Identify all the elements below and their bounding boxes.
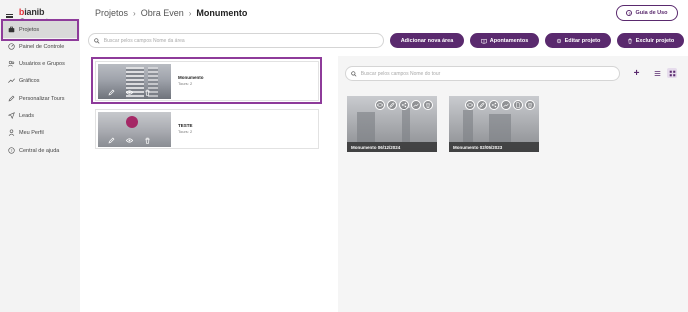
tours-panel bbox=[338, 56, 688, 312]
area-card[interactable]: Monumento Tours: 2 bbox=[95, 61, 319, 101]
guide-button[interactable]: ? Guia de Uso bbox=[616, 5, 678, 21]
sidebar-item-label: Leads bbox=[19, 112, 34, 119]
trend-icon[interactable] bbox=[501, 100, 511, 110]
edit-project-button[interactable]: Editar projeto bbox=[545, 33, 611, 48]
sidebar: bianib Conecta Projetos Painel de Contro… bbox=[0, 0, 80, 312]
trash-icon[interactable] bbox=[525, 100, 535, 110]
sidebar-item-label: Meu Perfil bbox=[19, 129, 44, 136]
chevron-right-icon: › bbox=[133, 8, 136, 18]
delete-project-label: Excluir projeto bbox=[635, 37, 675, 44]
book-icon bbox=[481, 38, 487, 44]
search-icon bbox=[351, 70, 357, 77]
guide-button-label: Guia de Uso bbox=[635, 10, 668, 16]
eye-icon[interactable] bbox=[126, 137, 133, 144]
sidebar-item-projetos[interactable]: Projetos bbox=[2, 21, 78, 38]
chart-icon bbox=[8, 78, 15, 83]
area-name: Monumento bbox=[178, 75, 204, 80]
tour-card[interactable]: Monumento 06/12/2024 bbox=[347, 96, 437, 152]
app-root: bianib Conecta Projetos Painel de Contro… bbox=[0, 0, 688, 312]
eye-icon[interactable] bbox=[126, 89, 133, 96]
tour-actions bbox=[375, 100, 433, 110]
cursor-indicator bbox=[126, 116, 138, 128]
sidebar-item-leads[interactable]: Leads bbox=[2, 107, 78, 124]
sidebar-item-perfil[interactable]: Meu Perfil bbox=[2, 124, 78, 141]
send-icon bbox=[8, 112, 15, 119]
hamburger-menu-icon[interactable] bbox=[6, 14, 13, 20]
sidebar-item-label: Usuários e Grupos bbox=[19, 60, 65, 67]
chevron-right-icon: › bbox=[188, 8, 192, 18]
share-icon[interactable] bbox=[489, 100, 499, 110]
sidebar-item-label: Projetos bbox=[19, 26, 40, 33]
area-card[interactable]: TESTE Tours: 2 bbox=[95, 109, 319, 149]
appointments-label: Apontamentos bbox=[489, 37, 529, 44]
areas-search-input[interactable] bbox=[103, 37, 383, 44]
add-tour-plus-icon[interactable]: + bbox=[632, 69, 641, 79]
area-name: TESTE bbox=[178, 123, 193, 128]
trash-icon[interactable] bbox=[144, 137, 151, 144]
share-icon[interactable] bbox=[399, 100, 409, 110]
sidebar-item-personalizar[interactable]: Personalizar Tours bbox=[2, 90, 78, 107]
help-circle-icon: ? bbox=[626, 10, 633, 16]
area-thumbnail bbox=[98, 64, 171, 99]
svg-text:?: ? bbox=[11, 149, 13, 153]
add-area-label: Adicionar nova área bbox=[400, 37, 454, 44]
user-icon bbox=[8, 129, 15, 136]
sidebar-item-label: Gráficos bbox=[19, 77, 40, 84]
delete-project-button[interactable]: Excluir projeto bbox=[617, 33, 684, 48]
grid-view-icon bbox=[669, 70, 675, 76]
sidebar-item-graficos[interactable]: Gráficos bbox=[2, 72, 78, 89]
appointments-button[interactable]: Apontamentos bbox=[470, 33, 539, 48]
gear-icon bbox=[556, 38, 561, 43]
sidebar-item-label: Personalizar Tours bbox=[19, 95, 65, 102]
edit-icon[interactable] bbox=[108, 137, 115, 144]
help-icon: ? bbox=[8, 147, 15, 154]
document-icon[interactable] bbox=[513, 100, 523, 110]
sidebar-item-label: Central de ajuda bbox=[19, 147, 60, 154]
list-view-icon[interactable] bbox=[654, 70, 661, 77]
eye-icon[interactable] bbox=[465, 100, 475, 110]
areas-search[interactable] bbox=[88, 33, 384, 48]
area-tours-count: Tours: 2 bbox=[178, 81, 193, 86]
pencil-icon bbox=[8, 95, 15, 102]
edit-project-label: Editar projeto bbox=[564, 37, 601, 44]
area-thumbnail bbox=[98, 112, 171, 147]
trash-icon bbox=[627, 38, 632, 44]
tour-actions bbox=[465, 100, 535, 110]
tour-name: Monumento 06/12/2024 bbox=[347, 142, 437, 152]
users-icon bbox=[8, 60, 15, 67]
add-area-button[interactable]: Adicionar nova área bbox=[390, 33, 464, 48]
breadcrumb-current: Monumento bbox=[196, 8, 248, 18]
sidebar-item-ajuda[interactable]: ? Central de ajuda bbox=[2, 142, 78, 159]
tours-search-input[interactable] bbox=[360, 70, 619, 77]
grid-view-button[interactable] bbox=[667, 68, 677, 78]
tour-card[interactable]: Monumento 02/05/2023 bbox=[449, 96, 539, 152]
trend-icon[interactable] bbox=[411, 100, 421, 110]
edit-icon[interactable] bbox=[108, 89, 115, 96]
breadcrumb-item-obra[interactable]: Obra Even bbox=[141, 8, 184, 18]
area-tours-count: Tours: 2 bbox=[178, 129, 193, 134]
breadcrumb-item-projetos[interactable]: Projetos bbox=[95, 8, 128, 18]
trash-icon[interactable] bbox=[144, 89, 151, 96]
briefcase-icon bbox=[8, 26, 15, 33]
sidebar-item-usuarios[interactable]: Usuários e Grupos bbox=[2, 55, 78, 72]
trash-icon[interactable] bbox=[423, 100, 433, 110]
tour-name: Monumento 02/05/2023 bbox=[449, 142, 539, 152]
sidebar-item-painel[interactable]: Painel de Controle bbox=[2, 38, 78, 55]
breadcrumb: Projetos › Obra Even › Monumento bbox=[95, 8, 247, 18]
edit-icon[interactable] bbox=[477, 100, 487, 110]
search-icon bbox=[94, 37, 100, 44]
sidebar-item-label: Painel de Controle bbox=[19, 43, 65, 50]
eye-icon[interactable] bbox=[375, 100, 385, 110]
tours-search[interactable] bbox=[345, 66, 620, 81]
dashboard-icon bbox=[8, 43, 15, 50]
edit-icon[interactable] bbox=[387, 100, 397, 110]
